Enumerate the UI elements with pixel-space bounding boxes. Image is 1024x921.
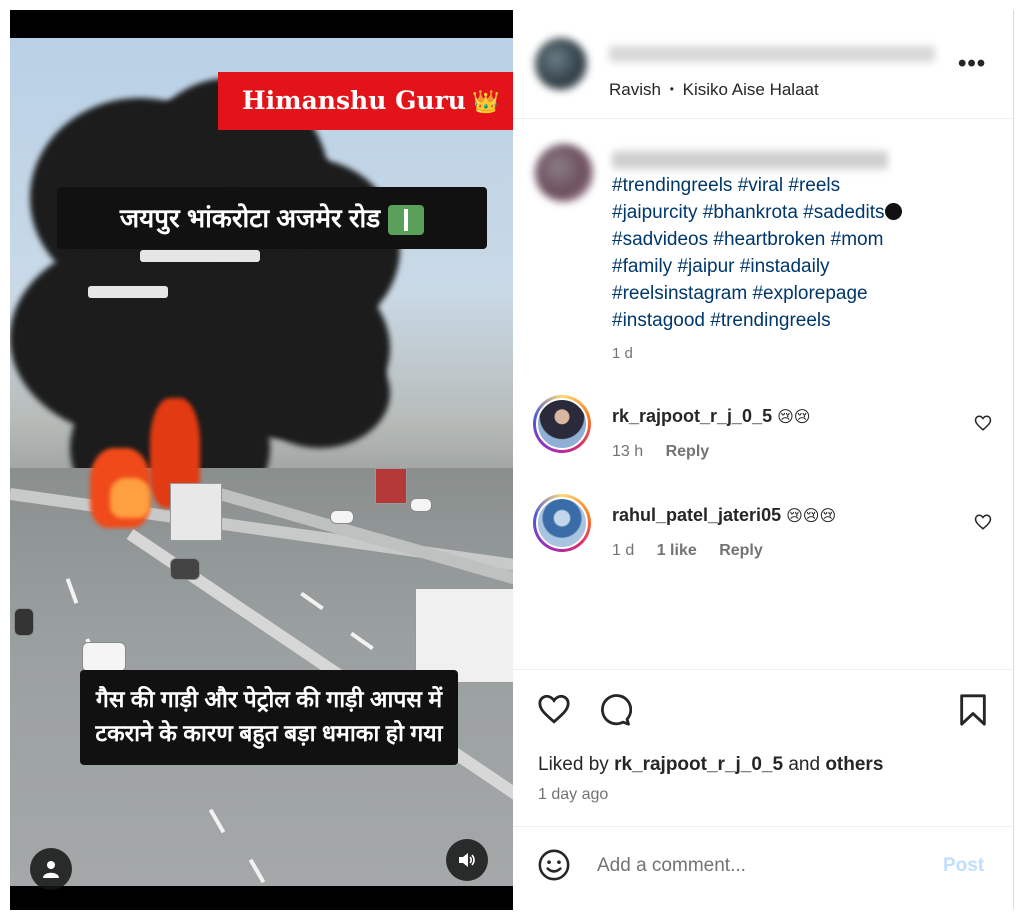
emoji-picker-icon[interactable] — [537, 848, 571, 882]
tagged-users-button[interactable] — [30, 848, 72, 890]
video-letterbox-top — [10, 10, 513, 38]
header-divider — [513, 118, 1013, 119]
black-circle-emoji — [884, 203, 902, 220]
comment-meta: 1 d 1 like Reply — [612, 542, 763, 560]
comment-meta: 13 h Reply — [612, 443, 709, 461]
add-comment-input[interactable] — [597, 852, 927, 880]
like-comment-heart-icon[interactable] — [974, 414, 992, 432]
author-username-blurred[interactable] — [609, 46, 935, 62]
more-options-button[interactable]: ••• — [958, 52, 986, 76]
comment-author[interactable]: rk_rajpoot_r_j_0_5 😢😢 — [612, 406, 810, 427]
comment-box-divider — [513, 826, 1013, 827]
crying-face-emoji: 😢😢😢 — [786, 508, 837, 525]
sound-toggle-button[interactable] — [446, 839, 488, 881]
motorway-icon — [388, 205, 425, 236]
crying-face-emoji: 😢😢 — [777, 409, 811, 426]
like-comment-heart-icon[interactable] — [974, 513, 992, 531]
comment-username[interactable]: rk_rajpoot_r_j_0_5 — [612, 406, 772, 426]
like-heart-icon[interactable] — [537, 692, 571, 726]
comment-time[interactable]: 1 d — [612, 542, 634, 559]
creator-overlay-name: Himanshu Guru — [242, 86, 466, 115]
person-icon — [43, 861, 59, 878]
post-details-panel: Ravish • Kisiko Aise Halaat ••• #trendin… — [513, 10, 1013, 909]
hashtag-line[interactable]: #reelsinstagram #explorepage — [612, 280, 992, 307]
audio-attribution[interactable]: Ravish • Kisiko Aise Halaat — [609, 80, 819, 100]
audio-artist: Ravish — [609, 80, 661, 99]
hashtag-line[interactable]: #jaipurcity #bhankrota #sadedits — [612, 199, 992, 226]
hashtag-line[interactable]: #trendingreels #viral #reels — [612, 172, 992, 199]
caption-author-avatar[interactable] — [535, 144, 593, 202]
comment-reply-button[interactable]: Reply — [719, 542, 763, 559]
video-letterbox-bottom — [10, 886, 513, 910]
comment-username[interactable]: rahul_patel_jateri05 — [612, 505, 781, 525]
post-date[interactable]: 1 day ago — [538, 786, 608, 804]
audio-title: Kisiko Aise Halaat — [682, 80, 819, 99]
post-comment-button[interactable]: Post — [943, 855, 984, 877]
author-avatar[interactable] — [535, 38, 587, 90]
liked-by-prefix: Liked by — [538, 754, 609, 775]
liked-by-others[interactable]: others — [825, 754, 883, 775]
video-caption-description: गैस की गाड़ी और पेट्रोल की गाड़ी आपस में… — [80, 670, 458, 765]
actions-divider — [513, 669, 1013, 670]
comment-like-count[interactable]: 1 like — [657, 542, 697, 559]
caption-username-blurred[interactable] — [612, 151, 888, 169]
comment-avatar[interactable] — [533, 395, 591, 453]
caption-timestamp[interactable]: 1 d — [612, 345, 633, 362]
audio-separator: • — [669, 82, 674, 96]
liked-by-and: and — [788, 754, 821, 775]
liked-by-summary: Liked by rk_rajpoot_r_j_0_5 and others — [538, 754, 883, 776]
liked-by-user[interactable]: rk_rajpoot_r_j_0_5 — [614, 754, 783, 775]
comment-bubble-icon[interactable] — [598, 693, 632, 727]
hashtag-line[interactable]: #family #jaipur #instadaily — [612, 253, 992, 280]
hashtag-line[interactable]: #sadvideos #heartbroken #mom — [612, 226, 992, 253]
video-caption-line-1: गैस की गाड़ी और पेट्रोल की गाड़ी आपस में — [95, 686, 443, 712]
crown-emoji: 👑 — [471, 89, 500, 115]
speaker-icon — [459, 853, 475, 867]
video-caption-line-2: टकराने के कारण बहुत बड़ा धमाका हो गया — [95, 720, 443, 746]
comment-reply-button[interactable]: Reply — [666, 443, 710, 460]
comment-author[interactable]: rahul_patel_jateri05 😢😢😢 — [612, 505, 836, 526]
reel-video[interactable]: Himanshu Guru 👑 जयपुर भांकरोटा अजमेर रोड … — [10, 10, 513, 910]
comment-time[interactable]: 13 h — [612, 443, 643, 460]
video-caption-location: जयपुर भांकरोटा अजमेर रोड — [57, 187, 487, 249]
video-caption-location-text: जयपुर भांकरोटा अजमेर रोड — [119, 203, 381, 233]
creator-overlay-banner: Himanshu Guru 👑 — [218, 72, 513, 130]
bookmark-icon[interactable] — [956, 693, 990, 727]
hashtag-line[interactable]: #instagood #trendingreels — [612, 307, 992, 334]
caption-hashtags: #trendingreels #viral #reels #jaipurcity… — [612, 172, 992, 334]
comment-avatar[interactable] — [533, 494, 591, 552]
